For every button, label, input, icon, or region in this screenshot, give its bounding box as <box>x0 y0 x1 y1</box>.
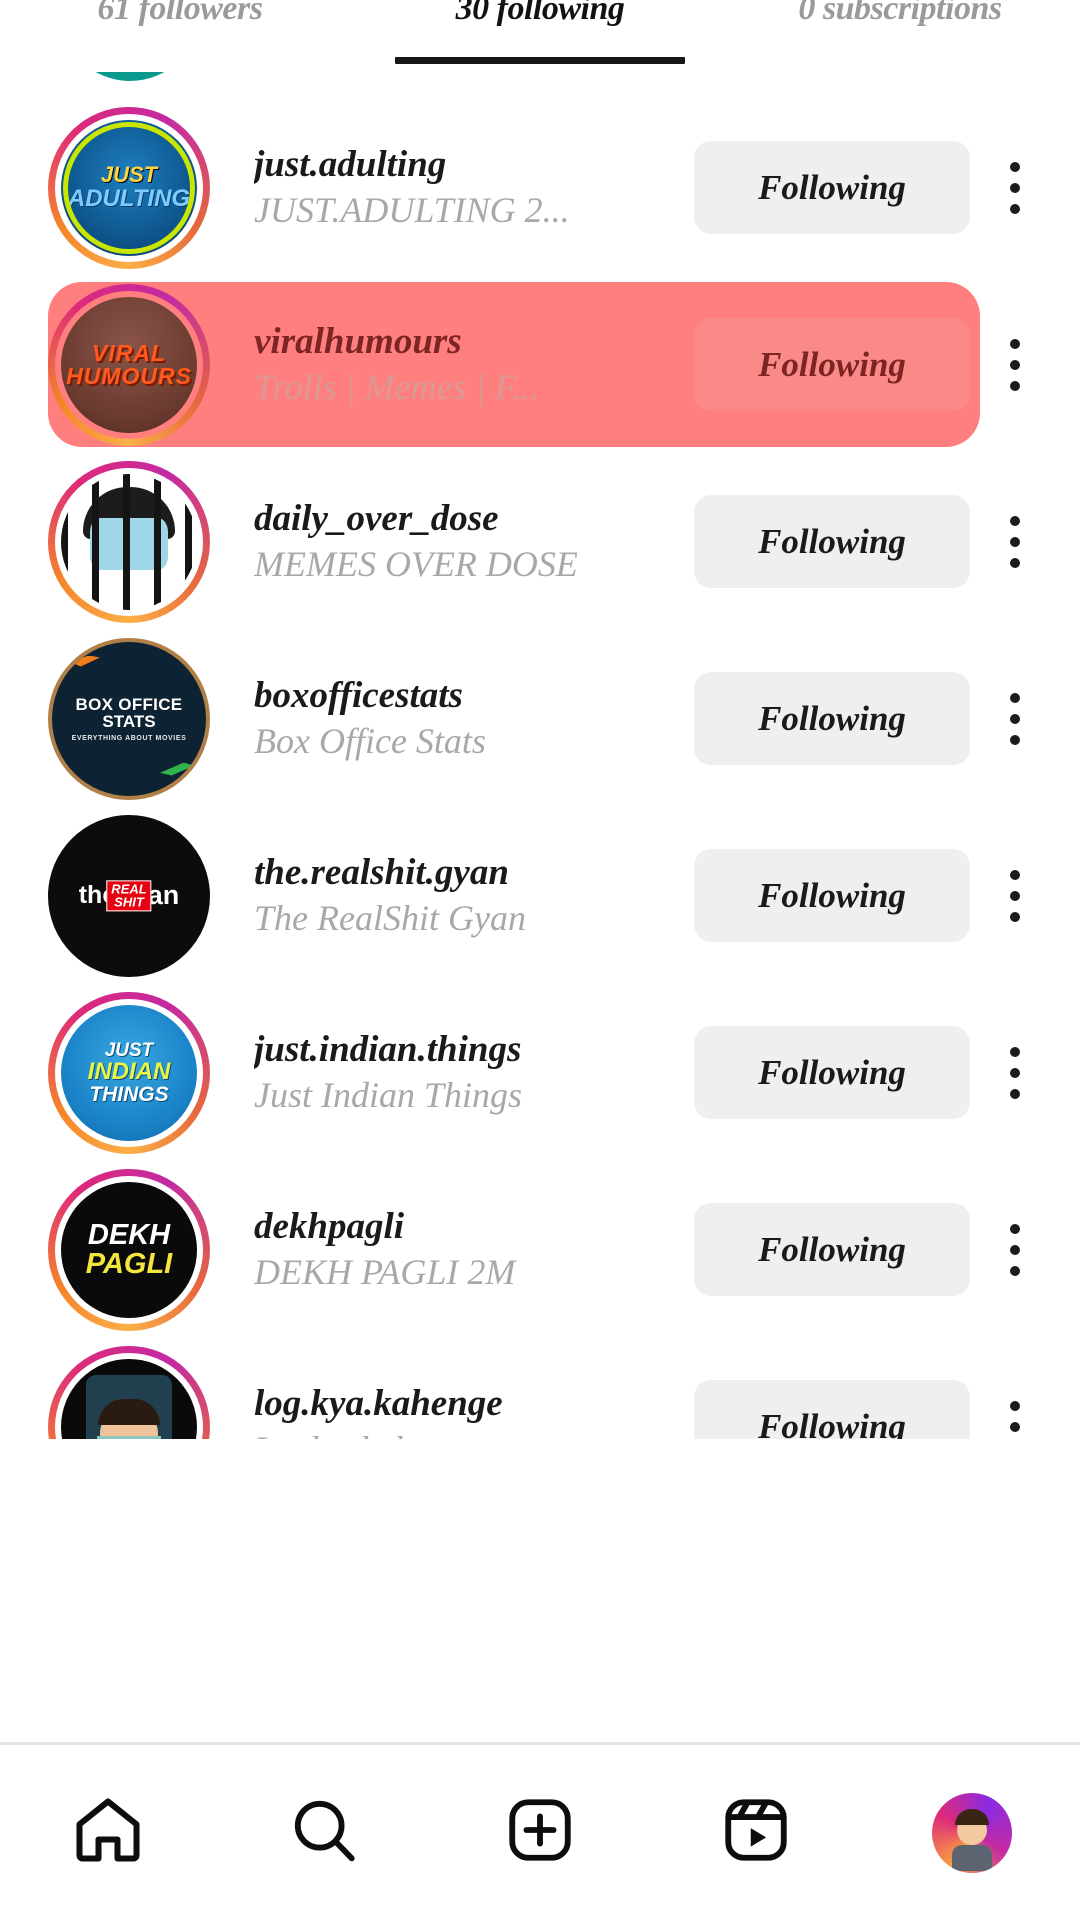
profile-avatar-icon <box>932 1792 1012 1873</box>
avatar-text-line3: THINGS <box>89 1082 169 1106</box>
avatar-text-line1: JUST <box>104 1039 154 1061</box>
avatar[interactable] <box>48 1345 210 1439</box>
table-row[interactable]: JUST ADULTING just.adulting JUST.ADULTIN… <box>0 99 1080 276</box>
nav-profile[interactable] <box>864 1792 1080 1873</box>
following-button[interactable]: Following <box>694 1203 970 1296</box>
nav-search[interactable] <box>216 1793 432 1872</box>
account-names: just.indian.things Just Indian Things <box>254 1027 666 1118</box>
following-button[interactable]: Following <box>694 318 970 411</box>
account-names: the.realshit.gyan The RealShit Gyan <box>254 850 666 941</box>
just-indian-things-logo-icon: JUST INDIAN THINGS <box>61 1004 197 1141</box>
tab-followers-label: 61 followers <box>97 0 263 27</box>
partial-avatar-sliver <box>60 71 200 81</box>
account-names: log.kya.kahenge Logkyakahenge <box>254 1381 666 1439</box>
avatar[interactable]: DEKH PAGLI <box>48 1168 210 1331</box>
home-icon <box>70 1792 146 1873</box>
avatar-text-line1: DEKH <box>87 1218 171 1251</box>
account-names: daily_over_dose MEMES OVER DOSE <box>254 496 666 587</box>
avatar[interactable]: the gyan REAL SHIT <box>48 814 210 977</box>
more-options-icon[interactable] <box>976 672 1054 765</box>
following-button[interactable]: Following <box>694 672 970 765</box>
username[interactable]: viralhumours <box>254 319 666 364</box>
box-office-stats-logo-icon: BOX OFFICE STATS EVERYTHING ABOUT MOVIES <box>52 641 206 796</box>
partial-row-above <box>0 71 1080 99</box>
table-row[interactable]: DEKH PAGLI dekhpagli DEKH PAGLI 2M Follo… <box>0 1161 1080 1338</box>
tab-following[interactable]: 30 following <box>360 0 720 72</box>
more-options-icon[interactable] <box>976 849 1054 942</box>
following-button[interactable]: Following <box>694 495 970 588</box>
more-options-icon[interactable] <box>976 1380 1054 1439</box>
daily-over-dose-photo-icon <box>61 473 197 610</box>
avatar-text-line2: PAGLI <box>85 1247 173 1280</box>
avatar-text-line1: BOX OFFICE <box>75 694 183 714</box>
more-options-icon[interactable] <box>976 318 1054 411</box>
avatar-text-line2: STATS <box>102 711 156 731</box>
avatar[interactable]: JUST INDIAN THINGS <box>48 991 210 1154</box>
following-button[interactable]: Following <box>694 1380 970 1439</box>
avatar-text-line2: REAL <box>111 880 147 896</box>
avatar[interactable]: VIRAL HUMOURS <box>48 283 210 446</box>
viral-humours-logo-icon: VIRAL HUMOURS <box>61 296 197 433</box>
avatar[interactable] <box>48 460 210 623</box>
username[interactable]: dekhpagli <box>254 1204 666 1249</box>
nav-create[interactable] <box>432 1793 648 1872</box>
fullname: Just Indian Things <box>254 1075 523 1116</box>
following-list-inner: JUST ADULTING just.adulting JUST.ADULTIN… <box>0 71 1080 1439</box>
avatar-text-line3: EVERYTHING ABOUT MOVIES <box>71 734 187 742</box>
following-button[interactable]: Following <box>694 849 970 942</box>
account-names: boxofficestats Box Office Stats <box>254 673 666 764</box>
account-names: dekhpagli DEKH PAGLI 2M <box>254 1204 666 1295</box>
username[interactable]: log.kya.kahenge <box>254 1381 666 1426</box>
nav-home[interactable] <box>0 1792 216 1873</box>
tab-active-underline <box>395 57 685 64</box>
account-names: viralhumours Trolls | Memes | F... <box>254 319 666 410</box>
username[interactable]: the.realshit.gyan <box>254 850 666 895</box>
dekh-pagli-logo-icon: DEKH PAGLI <box>61 1181 197 1318</box>
username[interactable]: just.indian.things <box>254 1027 666 1072</box>
username[interactable]: boxofficestats <box>254 673 666 718</box>
reels-icon <box>719 1793 793 1872</box>
fullname: JUST.ADULTING 2... <box>254 190 570 231</box>
fullname: The RealShit Gyan <box>254 898 526 939</box>
avatar-text-line2: HUMOURS <box>66 362 192 389</box>
profile-stats-tabbar: 61 followers 30 following 0 subscription… <box>0 0 1080 72</box>
following-button[interactable]: Following <box>694 141 970 234</box>
tab-following-label: 30 following <box>455 0 625 27</box>
username[interactable]: just.adulting <box>254 142 666 187</box>
nav-reels[interactable] <box>648 1793 864 1872</box>
more-options-icon[interactable] <box>976 1203 1054 1296</box>
realshit-gyan-logo-icon: the gyan REAL SHIT <box>52 818 206 973</box>
fullname: MEMES OVER DOSE <box>254 544 578 585</box>
fullname: DEKH PAGLI 2M <box>254 1252 516 1293</box>
avatar-text-line1: VIRAL <box>92 339 166 366</box>
fullname: Box Office Stats <box>254 721 486 762</box>
avatar-text-line2: INDIAN <box>87 1057 171 1085</box>
more-options-icon[interactable] <box>976 1026 1054 1119</box>
table-row[interactable]: VIRAL HUMOURS viralhumours Trolls | Meme… <box>0 276 1080 453</box>
table-row[interactable]: log.kya.kahenge Logkyakahenge Following <box>0 1338 1080 1439</box>
account-names: just.adulting JUST.ADULTING 2... <box>254 142 666 233</box>
fullname: Logkyakahenge <box>254 1428 666 1439</box>
more-options-icon[interactable] <box>976 141 1054 234</box>
avatar[interactable]: BOX OFFICE STATS EVERYTHING ABOUT MOVIES <box>48 637 210 800</box>
search-icon <box>287 1793 361 1872</box>
following-button[interactable]: Following <box>694 1026 970 1119</box>
table-row[interactable]: daily_over_dose MEMES OVER DOSE Followin… <box>0 453 1080 630</box>
tab-subscriptions-label: 0 subscriptions <box>798 0 1002 27</box>
avatar-text-line3: SHIT <box>114 894 144 910</box>
more-options-icon[interactable] <box>976 495 1054 588</box>
tab-followers[interactable]: 61 followers <box>0 0 360 72</box>
table-row[interactable]: BOX OFFICE STATS EVERYTHING ABOUT MOVIES… <box>0 630 1080 807</box>
following-list[interactable]: JUST ADULTING just.adulting JUST.ADULTIN… <box>0 71 1080 1439</box>
table-row[interactable]: JUST INDIAN THINGS just.indian.things Ju… <box>0 984 1080 1161</box>
just-adulting-logo-icon: JUST ADULTING <box>61 119 197 256</box>
table-row[interactable]: the gyan REAL SHIT the.realshit.gyan The… <box>0 807 1080 984</box>
username[interactable]: daily_over_dose <box>254 496 666 541</box>
fullname: Trolls | Memes | F... <box>254 367 539 408</box>
plus-square-icon <box>503 1793 577 1872</box>
bottom-navigation-bar <box>0 1742 1080 1920</box>
tab-subscriptions[interactable]: 0 subscriptions <box>720 0 1080 72</box>
avatar[interactable]: JUST ADULTING <box>48 106 210 269</box>
